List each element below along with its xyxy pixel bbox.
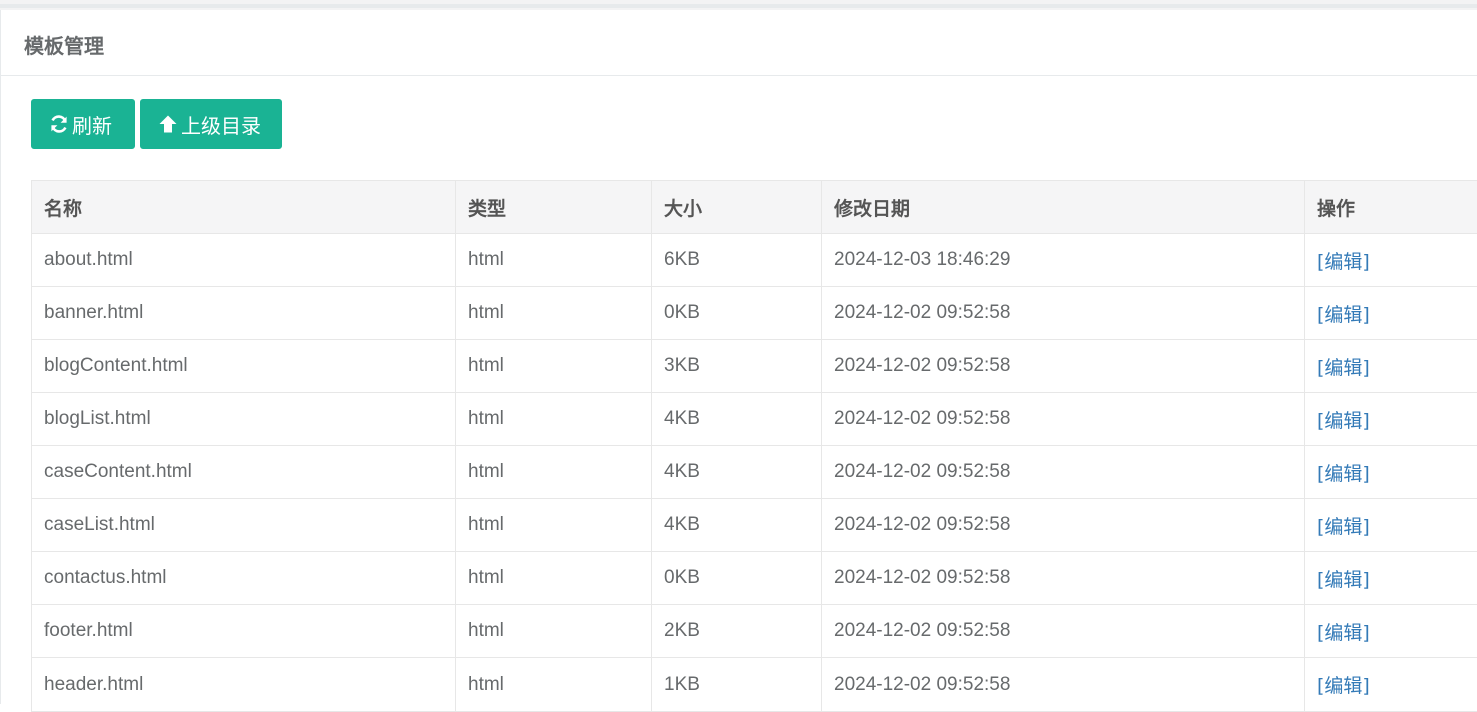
edit-link[interactable]: [编辑]: [1317, 251, 1370, 273]
file-name: footer.html: [32, 605, 456, 658]
edit-link[interactable]: [编辑]: [1317, 357, 1370, 379]
file-modified: 2024-12-02 09:52:58: [822, 446, 1305, 499]
action-cell: [编辑]: [1305, 605, 1477, 658]
column-header-modified: 修改日期: [822, 181, 1305, 234]
table-header-row: 名称 类型 大小 修改日期 操作: [32, 181, 1477, 234]
file-type: html: [456, 552, 652, 605]
file-modified: 2024-12-02 09:52:58: [822, 340, 1305, 393]
edit-link[interactable]: [编辑]: [1317, 304, 1370, 326]
edit-link[interactable]: [编辑]: [1317, 463, 1370, 485]
file-name: contactus.html: [32, 552, 456, 605]
file-type: html: [456, 605, 652, 658]
file-type: html: [456, 287, 652, 340]
column-header-action: 操作: [1305, 181, 1477, 234]
file-modified: 2024-12-02 09:52:58: [822, 287, 1305, 340]
template-panel: 模板管理 刷新 上级目录: [0, 10, 1477, 704]
file-size: 6KB: [652, 234, 822, 287]
file-type: html: [456, 234, 652, 287]
file-name: header.html: [32, 658, 456, 712]
refresh-icon: [49, 114, 69, 134]
file-name: caseContent.html: [32, 446, 456, 499]
action-cell: [编辑]: [1305, 446, 1477, 499]
file-size: 3KB: [652, 340, 822, 393]
page-title: 模板管理: [1, 10, 1477, 76]
refresh-label: 刷新: [72, 110, 112, 139]
file-size: 0KB: [652, 552, 822, 605]
file-type: html: [456, 658, 652, 712]
file-name: about.html: [32, 234, 456, 287]
toolbar: 刷新 上级目录: [31, 99, 282, 149]
parent-directory-button[interactable]: 上级目录: [140, 99, 282, 149]
column-header-name: 名称: [32, 181, 456, 234]
action-cell: [编辑]: [1305, 393, 1477, 446]
table-row: blogContent.html html 3KB 2024-12-02 09:…: [32, 340, 1477, 393]
table-row: about.html html 6KB 2024-12-03 18:46:29 …: [32, 234, 1477, 287]
file-size: 4KB: [652, 499, 822, 552]
file-size: 0KB: [652, 287, 822, 340]
action-cell: [编辑]: [1305, 234, 1477, 287]
table-row: blogList.html html 4KB 2024-12-02 09:52:…: [32, 393, 1477, 446]
file-modified: 2024-12-03 18:46:29: [822, 234, 1305, 287]
edit-link[interactable]: [编辑]: [1317, 516, 1370, 538]
edit-link[interactable]: [编辑]: [1317, 410, 1370, 432]
file-size: 4KB: [652, 393, 822, 446]
table-row: footer.html html 2KB 2024-12-02 09:52:58…: [32, 605, 1477, 658]
parent-directory-label: 上级目录: [181, 110, 261, 139]
file-type: html: [456, 446, 652, 499]
file-type: html: [456, 340, 652, 393]
file-modified: 2024-12-02 09:52:58: [822, 605, 1305, 658]
top-strip: [0, 0, 1477, 10]
file-size: 4KB: [652, 446, 822, 499]
file-name: blogContent.html: [32, 340, 456, 393]
file-modified: 2024-12-02 09:52:58: [822, 499, 1305, 552]
table-row: caseContent.html html 4KB 2024-12-02 09:…: [32, 446, 1477, 499]
file-size: 1KB: [652, 658, 822, 712]
template-file-table: 名称 类型 大小 修改日期 操作 about.html html 6KB 202…: [31, 180, 1477, 712]
column-header-size: 大小: [652, 181, 822, 234]
action-cell: [编辑]: [1305, 287, 1477, 340]
action-cell: [编辑]: [1305, 499, 1477, 552]
file-type: html: [456, 499, 652, 552]
file-modified: 2024-12-02 09:52:58: [822, 552, 1305, 605]
edit-link[interactable]: [编辑]: [1317, 622, 1370, 644]
file-type: html: [456, 393, 652, 446]
table-row: header.html html 1KB 2024-12-02 09:52:58…: [32, 658, 1477, 712]
table-row: caseList.html html 4KB 2024-12-02 09:52:…: [32, 499, 1477, 552]
edit-link[interactable]: [编辑]: [1317, 569, 1370, 591]
action-cell: [编辑]: [1305, 340, 1477, 393]
file-name: banner.html: [32, 287, 456, 340]
file-modified: 2024-12-02 09:52:58: [822, 658, 1305, 712]
edit-link[interactable]: [编辑]: [1317, 675, 1370, 697]
column-header-type: 类型: [456, 181, 652, 234]
action-cell: [编辑]: [1305, 658, 1477, 712]
file-name: caseList.html: [32, 499, 456, 552]
file-size: 2KB: [652, 605, 822, 658]
table-row: banner.html html 0KB 2024-12-02 09:52:58…: [32, 287, 1477, 340]
refresh-button[interactable]: 刷新: [31, 99, 135, 149]
action-cell: [编辑]: [1305, 552, 1477, 605]
file-name: blogList.html: [32, 393, 456, 446]
table-row: contactus.html html 0KB 2024-12-02 09:52…: [32, 552, 1477, 605]
arrow-up-icon: [158, 114, 178, 134]
file-modified: 2024-12-02 09:52:58: [822, 393, 1305, 446]
